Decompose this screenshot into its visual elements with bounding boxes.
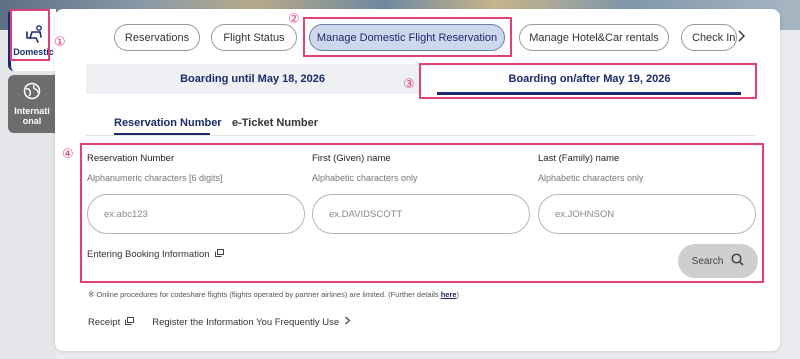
tab-label: Reservations: [124, 31, 190, 44]
marker-2: ②: [288, 11, 300, 26]
side-tab-international-label: Internati onal: [14, 106, 50, 126]
tab-boarding-until[interactable]: Boarding until May 18, 2026: [86, 64, 419, 94]
reservation-number-input[interactable]: [87, 194, 305, 234]
top-tab-bar: Reservations Flight Status Manage Domest…: [0, 0, 800, 60]
active-tab-underline: [437, 92, 741, 95]
last-name-field: Last (Family) name Alphabetic characters…: [538, 153, 758, 234]
booking-info-label: Entering Booking Information: [87, 249, 210, 260]
search-icon: [731, 253, 744, 269]
new-window-icon: [214, 249, 224, 260]
first-name-input[interactable]: [312, 194, 530, 234]
tab-label: Boarding until May 18, 2026: [180, 73, 325, 85]
chevron-right-icon: [344, 316, 351, 328]
tab-label: Check In: [692, 31, 736, 44]
field-label: First (Given) name: [312, 153, 391, 164]
tab-manage-hotel-car[interactable]: Manage Hotel&Car rentals: [519, 24, 669, 51]
tab-label: Flight Status: [223, 31, 285, 44]
footnote-here-link[interactable]: here: [441, 290, 457, 299]
tab-label: Boarding on/after May 19, 2026: [508, 73, 671, 85]
footnote-text: ※ Online procedures for codeshare flight…: [88, 290, 441, 299]
marker-4: ④: [62, 146, 74, 161]
booking-info-link[interactable]: Entering Booking Information: [87, 249, 224, 260]
search-button[interactable]: Search: [678, 244, 758, 278]
register-info-label: Register the Information You Frequently …: [152, 316, 340, 328]
tab-label: Manage Hotel&Car rentals: [529, 31, 659, 44]
marker-3: ③: [403, 76, 415, 91]
chevron-right-icon[interactable]: [736, 29, 746, 45]
field-label: Last (Family) name: [538, 153, 620, 164]
tab-reservations[interactable]: Reservations: [114, 24, 200, 51]
register-info-link[interactable]: Register the Information You Frequently …: [152, 316, 351, 328]
field-label: Reservation Number: [87, 153, 175, 164]
side-tab-international[interactable]: Internati onal: [8, 75, 56, 133]
receipt-link[interactable]: Receipt: [88, 316, 135, 328]
boarding-date-tabs: Boarding until May 18, 2026 Boarding on/…: [86, 64, 756, 98]
active-tab-underline: [114, 133, 210, 135]
search-method-tabs: Reservation Number e-Ticket Number: [86, 112, 756, 136]
field-hint: Alphabetic characters only: [538, 173, 644, 183]
tab-check-in[interactable]: Check In: [681, 24, 737, 51]
tab-manage-domestic-reservation[interactable]: Manage Domestic Flight Reservation: [309, 24, 505, 51]
reservation-form: Reservation Number Alphanumeric characte…: [80, 143, 764, 283]
field-hint: Alphabetic characters only: [312, 173, 418, 183]
tab-label: Manage Domestic Flight Reservation: [316, 31, 498, 44]
reservation-number-field: Reservation Number Alphanumeric characte…: [87, 153, 307, 234]
first-name-field: First (Given) name Alphabetic characters…: [312, 153, 532, 234]
footnote-close: ): [456, 290, 460, 299]
last-name-input[interactable]: [538, 194, 756, 234]
search-button-label: Search: [691, 255, 724, 267]
marker-1: ①: [54, 34, 66, 49]
footer-links: Receipt Register the Information You Fre…: [88, 316, 351, 328]
tab-boarding-after[interactable]: Boarding on/after May 19, 2026: [423, 64, 756, 94]
tab-reservation-number[interactable]: Reservation Number: [114, 117, 222, 129]
codeshare-footnote: ※ Online procedures for codeshare flight…: [88, 290, 459, 299]
tab-flight-status[interactable]: Flight Status: [211, 24, 297, 51]
receipt-label: Receipt: [88, 316, 121, 328]
tab-eticket-number[interactable]: e-Ticket Number: [232, 117, 318, 129]
globe-icon: [23, 82, 41, 102]
field-hint: Alphanumeric characters [6 digits]: [87, 173, 223, 183]
new-window-icon: [125, 316, 135, 328]
